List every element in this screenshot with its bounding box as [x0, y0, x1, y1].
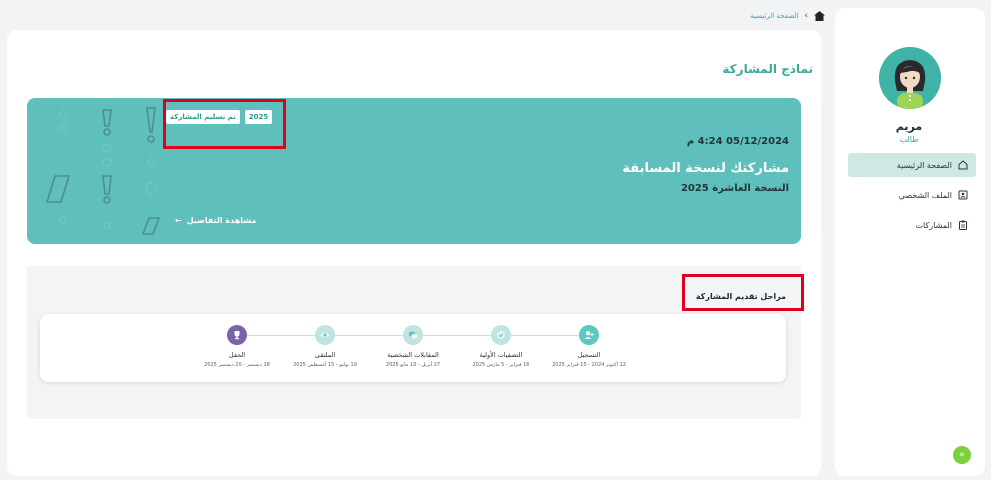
submission-date: 05/12/2024 4:24 م	[686, 136, 789, 147]
breadcrumb-current[interactable]: الصفحة الرئيسية	[750, 12, 798, 20]
user-plus-icon	[584, 331, 594, 339]
sidebar: مريم طالب الصفحة الرئيسية الملف الشخصي ا…	[835, 8, 985, 476]
stage-label: الحفل	[228, 351, 246, 359]
participation-banner: تم تسليم المشاركة 2025 05/12/2024 4:24 م…	[27, 98, 801, 244]
collapse-sidebar-button[interactable]: »	[953, 446, 971, 464]
avatar	[879, 47, 941, 109]
stage-node-forum	[315, 325, 335, 345]
page-title: نماذج المشاركة	[722, 62, 813, 76]
breadcrumb: ‹ الصفحة الرئيسية	[750, 11, 825, 21]
main-panel: نماذج المشاركة تم تسليم المشاركة 2025 05…	[7, 30, 821, 476]
chevron-left-icon: ‹	[804, 11, 808, 21]
highlight-box-badges	[163, 99, 286, 149]
double-chevron-icon: »	[959, 450, 965, 460]
stage-node-registration	[579, 325, 599, 345]
chat-icon	[408, 331, 418, 339]
trophy-icon	[234, 331, 240, 340]
clipboard-icon	[958, 220, 968, 230]
home-outline-icon	[958, 160, 968, 170]
stage-node-interviews	[403, 325, 423, 345]
sidebar-item-profile[interactable]: الملف الشخصي	[848, 183, 976, 207]
sidebar-item-label: الصفحة الرئيسية	[896, 160, 952, 170]
stage-node-ceremony	[227, 325, 247, 345]
arrow-left-icon: ←	[175, 216, 182, 225]
highlight-box-stages-title	[682, 274, 804, 311]
sidebar-nav: الصفحة الرئيسية الملف الشخصي المشاركات	[848, 153, 976, 243]
check-circle-icon	[497, 331, 505, 339]
stage-date: 18 ديسمبر - 20 ديسمبر 2025	[204, 362, 270, 368]
view-details-label: مشاهدة التفاصيل	[186, 216, 257, 225]
eye-icon	[320, 332, 330, 338]
decorative-pattern-icon	[45, 107, 161, 235]
profile-card-icon	[958, 190, 968, 200]
banner-subtitle: النسخة العاشرة 2025	[680, 183, 789, 194]
sidebar-item-home[interactable]: الصفحة الرئيسية	[848, 153, 976, 177]
view-details-link[interactable]: ← مشاهدة التفاصيل	[175, 216, 256, 225]
user-name: مريم	[895, 120, 923, 133]
banner-title: مشاركتك لنسخة المسابقة	[622, 161, 789, 176]
sidebar-item-participations[interactable]: المشاركات	[848, 213, 976, 237]
stages-timeline: التسجيل 12 أكتوبر 2024 - 15 فبراير 2025 …	[40, 314, 786, 382]
sidebar-item-label: المشاركات	[915, 220, 953, 230]
stage-node-prelims	[491, 325, 511, 345]
sidebar-item-label: الملف الشخصي	[898, 190, 952, 200]
user-role: طالب	[899, 135, 919, 144]
home-icon[interactable]	[814, 11, 825, 21]
